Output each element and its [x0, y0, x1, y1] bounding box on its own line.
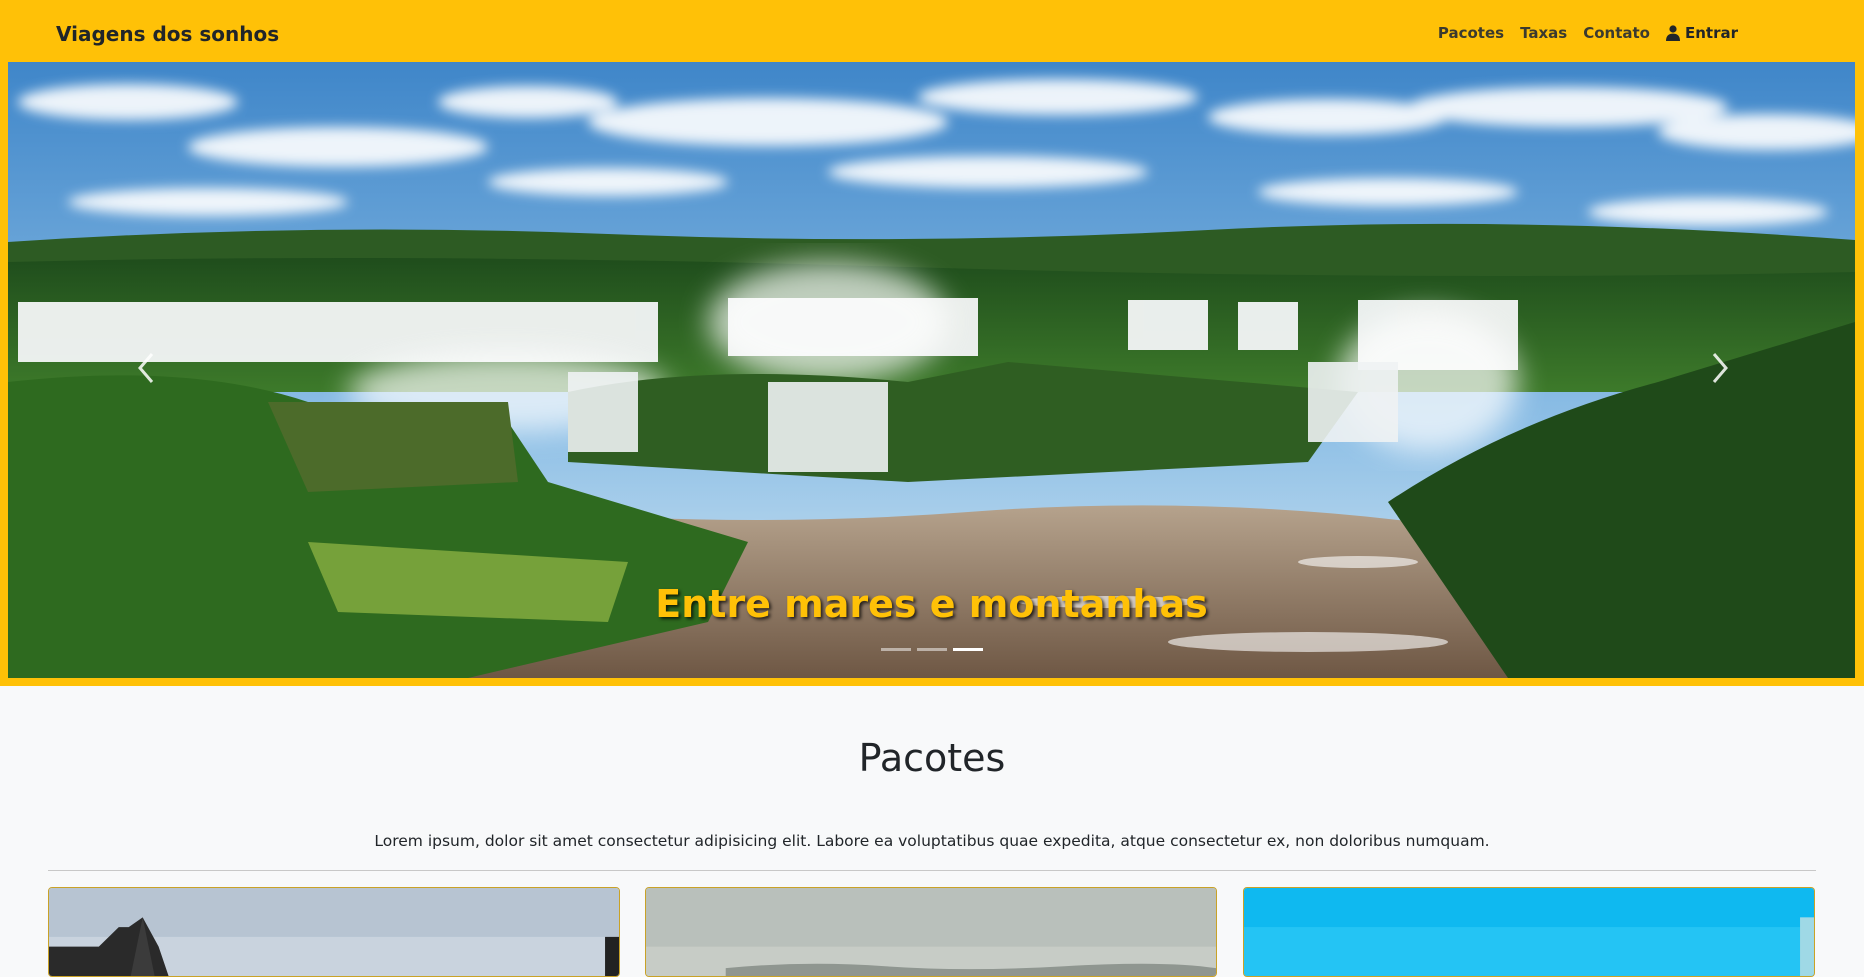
- packages-description: Lorem ipsum, dolor sit amet consectetur …: [374, 832, 1490, 850]
- login-link[interactable]: Entrar: [1665, 24, 1738, 42]
- nav-links: Pacotes Taxas Contato Entrar: [1438, 24, 1738, 42]
- package-card-1[interactable]: [48, 887, 620, 977]
- section-divider: [48, 870, 1816, 871]
- carousel-caption: Entre mares e montanhas: [655, 582, 1208, 626]
- user-icon: [1665, 25, 1680, 41]
- package-card-2[interactable]: [645, 887, 1217, 977]
- carousel-indicators: [8, 648, 1855, 651]
- carousel-indicator-1[interactable]: [880, 648, 911, 651]
- packages-title: Pacotes: [858, 736, 1006, 780]
- login-label: Entrar: [1684, 24, 1738, 42]
- carousel-indicator-2[interactable]: [916, 648, 947, 651]
- package-card-image-2: [646, 888, 1216, 976]
- package-card-image-1: [49, 888, 619, 976]
- navbar: Viagens dos sonhos Pacotes Taxas Contato…: [0, 0, 1864, 62]
- nav-link-pacotes[interactable]: Pacotes: [1438, 24, 1504, 42]
- carousel-next-icon[interactable]: [1704, 348, 1734, 388]
- nav-link-contato[interactable]: Contato: [1583, 24, 1650, 42]
- nav-link-taxas[interactable]: Taxas: [1520, 24, 1567, 42]
- hero-carousel-frame: Entre mares e montanhas: [0, 62, 1864, 686]
- brand-logo[interactable]: Viagens dos sonhos: [56, 22, 279, 46]
- carousel-prev-icon[interactable]: [132, 348, 162, 388]
- package-card-image-3: [1244, 888, 1814, 976]
- carousel-indicator-3[interactable]: [952, 648, 983, 651]
- package-card-3[interactable]: [1243, 887, 1815, 977]
- hero-carousel[interactable]: Entre mares e montanhas: [8, 62, 1855, 678]
